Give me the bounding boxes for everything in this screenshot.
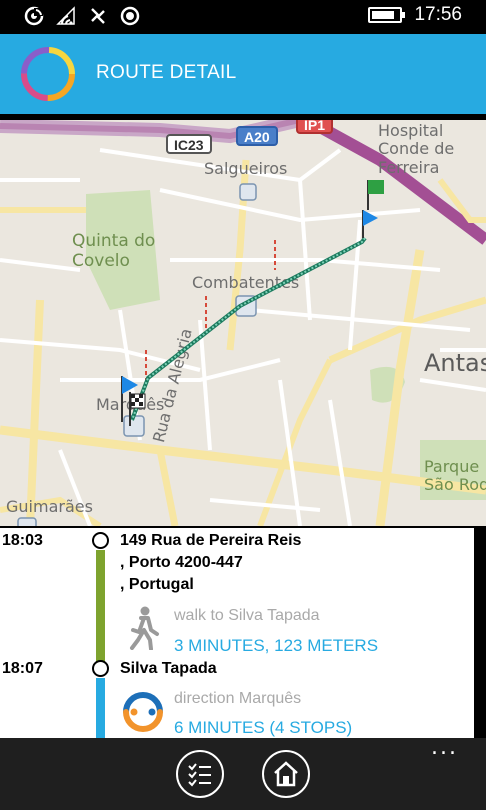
map-label-marques: Marquês [96,395,165,414]
home-icon [274,761,298,787]
stop-name[interactable]: 149 Rua de Pereira Reis , Porto 4200-447… [120,530,301,596]
map-base [0,120,486,526]
road-badge-a20: A20 [236,126,278,146]
route-map[interactable]: IC23 A20 IP1 Salgueiros Hospital Conde d… [0,120,486,526]
map-label-salgueiros: Salgueiros [204,159,288,178]
step-description: walk to Silva Tapada [174,607,320,624]
battery-level [372,11,395,19]
list-icon [188,763,211,787]
status-time: 17:56 [414,4,462,25]
more-button[interactable]: ... [431,737,458,759]
map-label-antas: Antas [424,349,486,377]
stop-dot [92,660,109,677]
map-label-quinta: Quinta do Covelo [72,231,156,271]
stop-dot [92,532,109,549]
data-sync-icon [91,8,105,24]
stop-time: 18:03 [2,532,43,549]
app-logo [21,47,75,101]
step-detail: 6 MINUTES (4 STOPS) [174,718,353,737]
battery-icon [368,7,406,23]
wifi-icon [56,6,75,25]
stop-name[interactable]: Silva Tapada [120,658,217,680]
route-line-metro [96,678,105,738]
status-bar: 17:56 [0,0,486,34]
step-description: direction Marquês [174,690,302,707]
map-label-parque: Parque São Roq [424,457,486,495]
map-label-guimaraes: Guimarães [6,497,93,516]
nfc-icon [24,6,44,26]
header: ROUTE DETAIL [0,34,486,114]
home-button[interactable] [262,750,310,798]
step-detail: 3 MINUTES, 123 METERS [174,636,379,655]
location-icon [120,6,140,26]
page-title: ROUTE DETAIL [96,62,237,83]
list-button[interactable] [176,750,224,798]
itinerary-list[interactable]: 18:03 149 Rua de Pereira Reis , Porto 42… [0,528,474,738]
scrollbar[interactable] [474,528,486,738]
road-badge-ic23: IC23 [166,134,212,154]
map-label-hospital: Hospital Conde de Ferreira [378,121,455,177]
map-label-combatentes: Combatentes [192,273,300,292]
route-line-walk [96,550,105,662]
stop-time: 18:07 [2,660,43,677]
road-badge-ip1: IP1 [296,120,334,134]
app-root: 17:56 ROUTE DETAIL IC23 A20 IP1 Salgueir… [0,0,486,810]
app-bar: ... [0,737,486,810]
walk-icon [130,606,159,650]
metro-icon [123,692,163,732]
